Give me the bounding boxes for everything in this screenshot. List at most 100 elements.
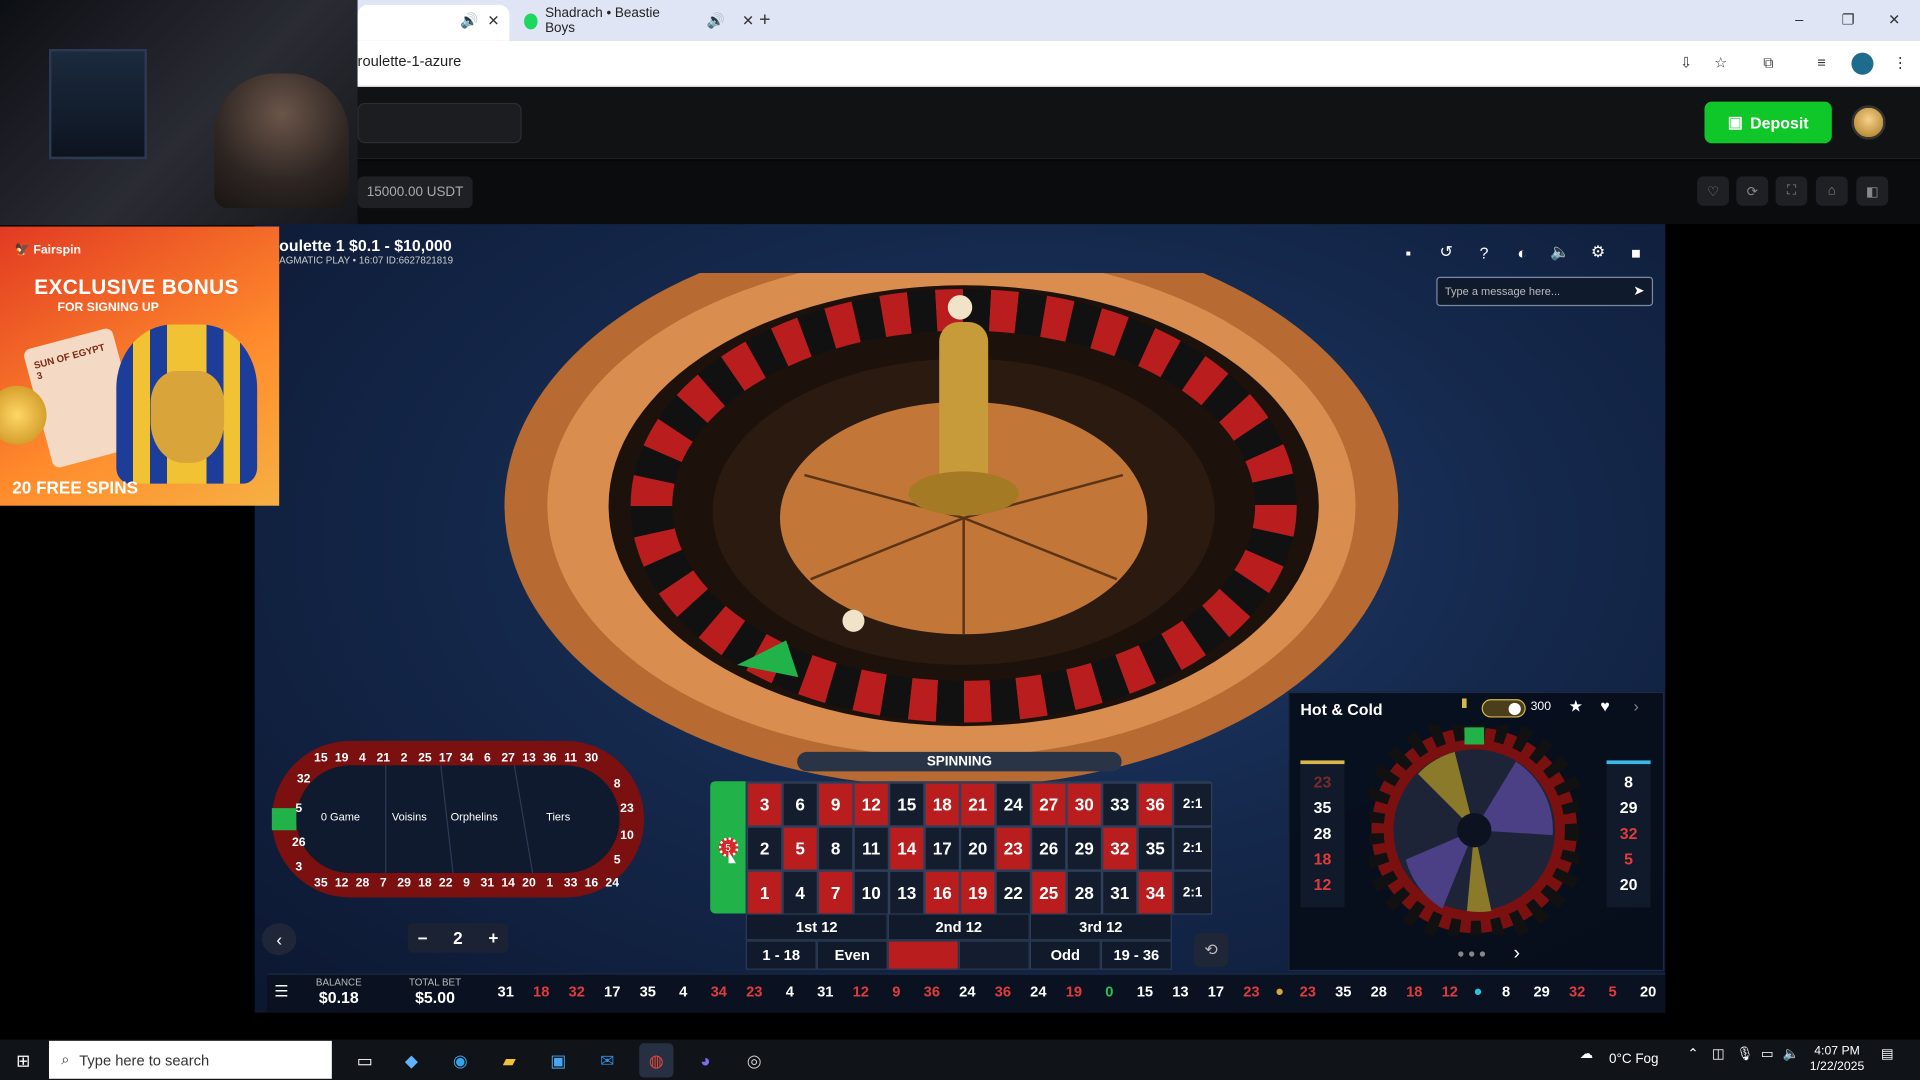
system-clock[interactable]: 4:07 PM 1/22/2025 <box>1810 1043 1864 1075</box>
video-icon[interactable]: ■ <box>1624 241 1648 263</box>
favorites-star-icon[interactable]: ★ <box>1569 697 1583 717</box>
number-cell[interactable]: 19 <box>960 870 996 915</box>
tab-spotify[interactable]: Shadrach • Beastie Boys 🔊 ✕ <box>514 5 754 37</box>
minus-icon[interactable]: − <box>418 928 428 948</box>
racetrack-number[interactable]: 35 <box>311 873 331 893</box>
number-cell[interactable]: 30 <box>1066 782 1103 827</box>
volume-tray-icon[interactable]: 🔈 <box>1783 1046 1800 1062</box>
hot-cold-next-icon[interactable]: › <box>1513 943 1520 965</box>
racetrack-tiers[interactable]: Tiers <box>546 811 570 823</box>
outside-bets-row[interactable]: 1 - 18 Even Odd 19 - 36 <box>745 940 1172 970</box>
stats-toggle[interactable] <box>1481 699 1526 718</box>
column-bet[interactable]: 2:1 <box>1173 870 1213 915</box>
camera-tray-icon[interactable]: ◫ <box>1712 1046 1725 1062</box>
racetrack-number[interactable]: 2 <box>394 748 414 768</box>
racetrack-number[interactable]: 11 <box>561 748 581 768</box>
tab-active[interactable]: 🔊 ✕ <box>357 4 510 41</box>
black-bet[interactable] <box>958 940 1030 970</box>
number-cell[interactable]: 26 <box>1031 826 1067 871</box>
racetrack-number[interactable]: 26 <box>289 833 309 853</box>
fairspin-ad-banner[interactable]: 🦅 Fairspin EXCLUSIVE BONUS FOR SIGNING U… <box>0 226 280 506</box>
racetrack-number[interactable]: 34 <box>457 748 477 768</box>
fullscreen-icon[interactable]: ⛶ <box>1775 176 1808 206</box>
number-cell[interactable]: 3 <box>746 782 783 827</box>
number-cell[interactable]: 31 <box>1102 870 1138 915</box>
file-explorer-icon[interactable]: ▰ <box>492 1043 526 1077</box>
refresh-game-icon[interactable]: ⟳ <box>1736 176 1769 206</box>
history-icon[interactable]: ↺ <box>1434 241 1458 263</box>
racetrack-number[interactable]: 36 <box>540 748 560 768</box>
racetrack-voisins[interactable]: Voisins <box>392 811 427 823</box>
number-cell[interactable]: 21 <box>960 782 996 827</box>
number-cell[interactable]: 28 <box>1066 870 1103 915</box>
bet-stack-icon[interactable]: ☰ <box>274 982 288 1002</box>
racetrack-number[interactable]: 31 <box>478 873 498 893</box>
racetrack-number[interactable]: 25 <box>415 748 435 768</box>
number-cell[interactable]: 13 <box>888 870 925 915</box>
outside-bet[interactable]: Odd <box>1029 940 1101 970</box>
help-icon[interactable]: ? <box>1472 241 1496 263</box>
tab-close-icon[interactable]: ✕ <box>487 12 499 29</box>
number-cell[interactable]: 27 <box>1031 782 1067 827</box>
number-cell[interactable]: 24 <box>995 782 1032 827</box>
number-cell[interactable]: 1 <box>746 870 783 915</box>
dozen-bet[interactable]: 1st 12 <box>745 913 888 941</box>
number-cell[interactable]: 10 <box>853 870 889 915</box>
racetrack-number[interactable]: 6 <box>478 748 498 768</box>
outside-bet[interactable]: 19 - 36 <box>1100 940 1172 970</box>
panel-next-icon[interactable]: › <box>1633 697 1638 715</box>
racetrack-number[interactable]: 23 <box>617 798 637 818</box>
page-dots[interactable]: ● ● ● <box>1457 948 1486 961</box>
racetrack-number[interactable]: 33 <box>561 873 581 893</box>
number-cell[interactable]: 25 <box>1031 870 1067 915</box>
racetrack-number[interactable]: 20 <box>519 873 539 893</box>
column-bet[interactable]: 2:1 <box>1173 782 1213 827</box>
number-cell[interactable]: 12 <box>853 782 889 827</box>
number-cell[interactable]: 16 <box>924 870 961 915</box>
dozen-bet[interactable]: 2nd 12 <box>887 913 1030 941</box>
speaker-icon[interactable]: 🔊 <box>460 12 478 29</box>
balance-pill[interactable]: 15000.00 USDT <box>357 176 473 209</box>
chat-icon[interactable]: ▪ <box>1396 241 1420 263</box>
undo-icon[interactable]: ⟲ <box>1193 933 1229 968</box>
task-view-icon[interactable]: ▭ <box>348 1043 382 1077</box>
outside-bet[interactable]: 1 - 18 <box>745 940 817 970</box>
number-cell[interactable]: 2 <box>746 826 783 871</box>
media-control-icon[interactable]: ≡ <box>1817 54 1826 71</box>
outlook-icon[interactable]: ✉ <box>590 1043 624 1077</box>
number-cell[interactable]: 23 <box>995 826 1032 871</box>
discord-icon[interactable]: ◕ <box>688 1043 722 1077</box>
number-cell[interactable]: 18 <box>924 782 961 827</box>
number-cell[interactable]: 36 <box>1137 782 1174 827</box>
copilot-icon[interactable]: ◆ <box>394 1043 428 1077</box>
url-text[interactable]: roulette-1-azure <box>358 53 462 70</box>
racetrack-number[interactable]: 9 <box>457 873 477 893</box>
number-cell[interactable]: 34 <box>1137 870 1174 915</box>
number-cell[interactable]: 20 <box>960 826 996 871</box>
racetrack-number[interactable]: 18 <box>415 873 435 893</box>
racetrack-number[interactable]: 15 <box>311 748 331 768</box>
user-avatar[interactable] <box>1851 105 1886 140</box>
number-cell[interactable]: 11 <box>853 826 889 871</box>
theater-icon[interactable]: ◧ <box>1856 176 1889 206</box>
zero-cell[interactable]: 5 <box>710 781 746 914</box>
number-cell[interactable]: 14 <box>888 826 925 871</box>
number-cell[interactable]: 32 <box>1102 826 1138 871</box>
number-cell[interactable]: 4 <box>782 870 818 915</box>
outside-bet[interactable]: Even <box>816 940 888 970</box>
number-cell[interactable]: 9 <box>817 782 854 827</box>
profile-avatar[interactable] <box>1851 52 1874 75</box>
column-bet[interactable]: 2:1 <box>1173 826 1213 871</box>
racetrack-number[interactable]: 29 <box>394 873 414 893</box>
racetrack-number[interactable]: 14 <box>498 873 518 893</box>
favorite-icon[interactable]: ♡ <box>1697 176 1729 206</box>
racetrack-number[interactable]: 32 <box>294 769 314 789</box>
racetrack-number[interactable]: 8 <box>607 774 627 794</box>
browser-menu-icon[interactable]: ⋮ <box>1893 54 1908 71</box>
racetrack-number[interactable]: 17 <box>436 748 456 768</box>
racetrack-number[interactable]: 5 <box>289 798 309 818</box>
weather-icon[interactable]: ☁ <box>1580 1046 1593 1062</box>
number-cell[interactable]: 6 <box>782 782 818 827</box>
racetrack-number[interactable]: 30 <box>582 748 602 768</box>
settings-icon[interactable]: ⚙ <box>1586 241 1610 263</box>
